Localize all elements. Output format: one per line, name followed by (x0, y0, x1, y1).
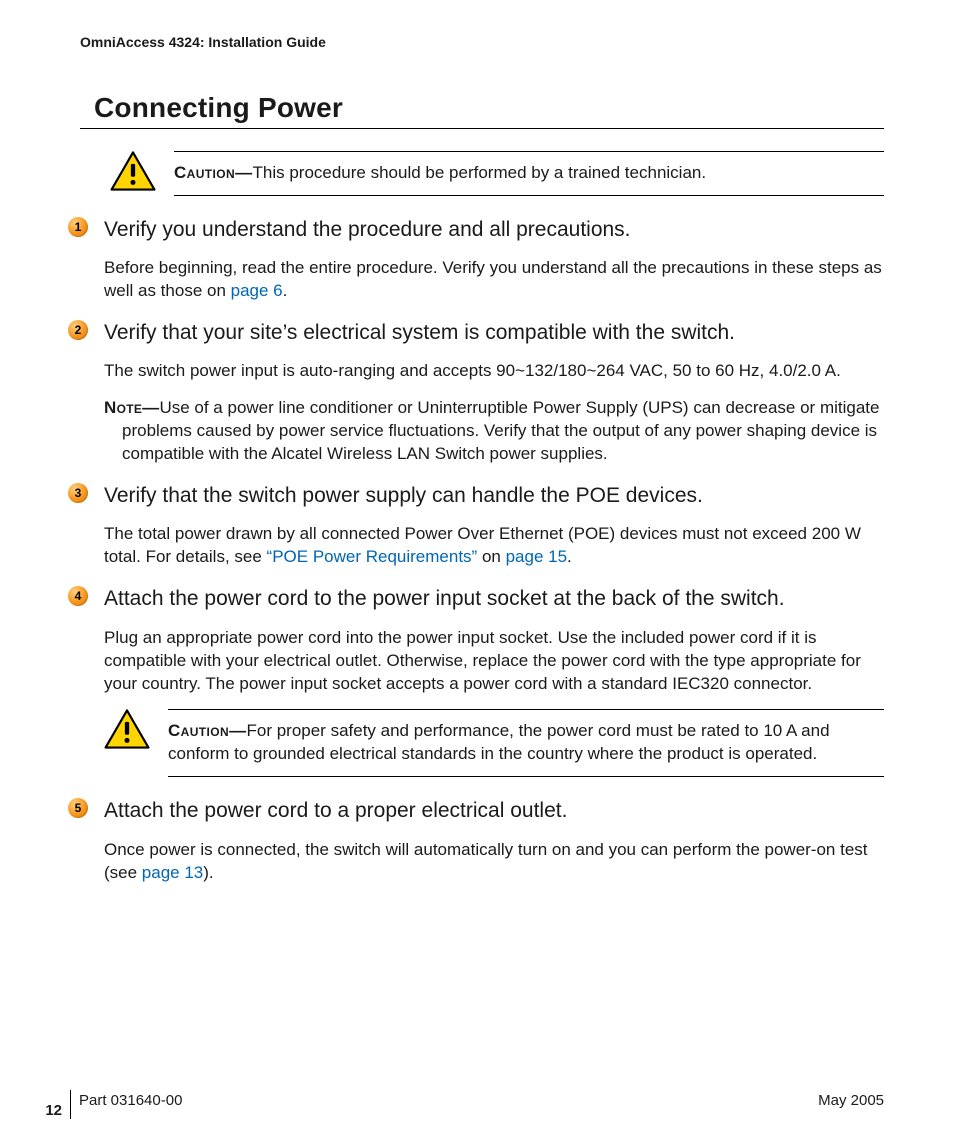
page-footer: 12 Part 031640-00 May 2005 (0, 1090, 954, 1119)
page-link[interactable]: page 15 (506, 547, 567, 566)
section-title: Connecting Power (94, 92, 884, 124)
page-link[interactable]: page 13 (142, 863, 203, 882)
step-body: The total power drawn by all connected P… (104, 523, 884, 569)
step-body: Once power is connected, the switch will… (104, 839, 884, 885)
xref-link[interactable]: “POE Power Requirements” (267, 547, 478, 566)
step-2: 2 Verify that your site’s electrical sys… (80, 319, 884, 466)
step-bullet: 3 (68, 483, 88, 503)
note-text: Use of a power line conditioner or Unint… (122, 398, 879, 463)
step-3: 3 Verify that the switch power supply ca… (80, 482, 884, 569)
caution-label: Caution— (168, 721, 246, 740)
caution-text: This procedure should be performed by a … (252, 163, 706, 182)
running-header: OmniAccess 4324: Installation Guide (80, 34, 884, 50)
step-body: Before beginning, read the entire proced… (104, 257, 884, 303)
footer-date: May 2005 (818, 1092, 884, 1109)
step-body: Plug an appropriate power cord into the … (104, 627, 884, 696)
step-body: The switch power input is auto-ranging a… (104, 360, 884, 383)
caution-block-inline: Caution—For proper safety and performanc… (104, 709, 884, 777)
step-bullet: 2 (68, 320, 88, 340)
caution-text: For proper safety and performance, the p… (168, 721, 830, 763)
part-number: Part 031640-00 (79, 1092, 182, 1109)
caution-label: Caution— (174, 163, 252, 182)
page-link[interactable]: page 6 (231, 281, 283, 300)
caution-block-top: Caution—This procedure should be perform… (110, 151, 884, 196)
step-bullet: 5 (68, 798, 88, 818)
step-5: 5 Attach the power cord to a proper elec… (80, 797, 884, 884)
step-heading: Attach the power cord to a proper electr… (104, 797, 884, 824)
note-label: Note— (104, 398, 159, 417)
step-heading: Verify that the switch power supply can … (104, 482, 884, 509)
step-heading: Verify you understand the procedure and … (104, 216, 884, 243)
step-4: 4 Attach the power cord to the power inp… (80, 585, 884, 777)
step-heading: Verify that your site’s electrical syste… (104, 319, 884, 346)
step-1: 1 Verify you understand the procedure an… (80, 216, 884, 303)
step-bullet: 1 (68, 217, 88, 237)
caution-icon (110, 151, 156, 191)
note-block: Note—Use of a power line conditioner or … (122, 397, 884, 466)
title-rule (80, 128, 884, 129)
caution-icon (104, 709, 150, 749)
page-number: 12 (0, 1102, 70, 1119)
step-bullet: 4 (68, 586, 88, 606)
step-heading: Attach the power cord to the power input… (104, 585, 884, 612)
